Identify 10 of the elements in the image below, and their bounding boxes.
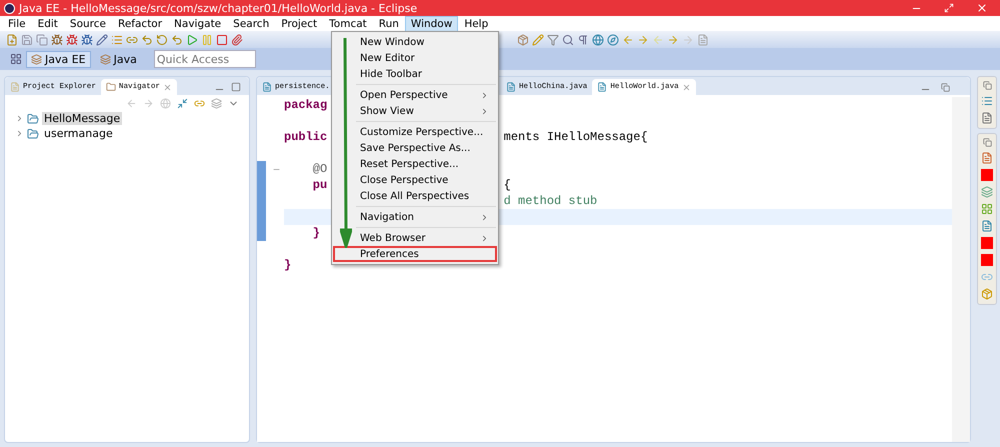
code-text: ments IHelloMessage{	[504, 129, 648, 145]
code-text: d method stub	[504, 193, 598, 209]
code-text: packag	[284, 97, 328, 113]
code-text: @O	[312, 161, 328, 177]
code-text: pu	[312, 177, 328, 193]
window-title: Java EE - HelloMessage/src/com/szw/chapter01/HelloWorld.java - Eclipse	[19, 2, 418, 14]
code-text: }	[312, 225, 320, 241]
code-text: {	[504, 177, 511, 193]
code-text: public	[284, 129, 328, 145]
code-text: }	[284, 257, 292, 273]
